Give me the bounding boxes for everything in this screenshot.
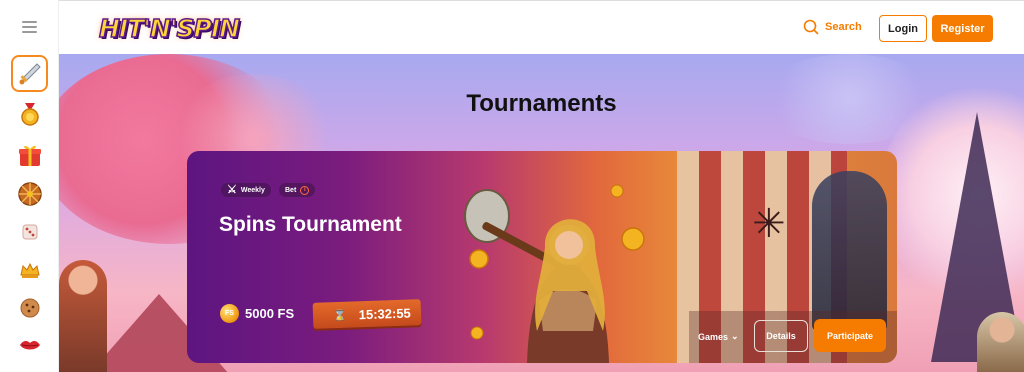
info-icon[interactable]: i — [300, 185, 310, 195]
chevron-down-icon: ⌄ — [731, 331, 739, 341]
rail-item-lips[interactable] — [11, 326, 48, 363]
games-dropdown[interactable]: Games ⌄ — [698, 331, 739, 342]
rail-item-wheel[interactable] — [11, 175, 48, 212]
card-art-warrior — [464, 184, 645, 363]
rail-item-crown[interactable] — [11, 251, 48, 288]
timer-value: 15:32:55 — [358, 304, 411, 322]
left-rail — [0, 0, 59, 372]
rail-item-dice[interactable] — [11, 213, 48, 250]
search-icon — [803, 19, 819, 35]
rail-item-medal[interactable] — [11, 95, 48, 132]
chip-bet[interactable]: Bet i — [279, 183, 316, 197]
tournament-title: Spins Tournament — [219, 213, 402, 236]
background-character-left — [59, 260, 107, 372]
menu-icon[interactable] — [22, 21, 37, 33]
details-button[interactable]: Details — [754, 320, 808, 352]
games-label: Games — [698, 331, 729, 342]
lips-icon — [19, 340, 40, 349]
swords-icon: ⚔ — [227, 183, 237, 196]
page-title: Tournaments — [466, 90, 617, 117]
card-art-rune: ✳ — [752, 201, 786, 247]
login-button[interactable]: Login — [879, 15, 927, 42]
chip-bet-label: Bet — [285, 186, 297, 194]
dice-icon — [22, 224, 37, 239]
background-character-right — [977, 312, 1024, 372]
rail-item-tournaments[interactable] — [11, 55, 48, 92]
sword-icon — [19, 62, 41, 84]
search-button[interactable]: Search — [803, 19, 862, 35]
coin-icon: FS — [220, 304, 239, 323]
chip-weekly: ⚔ Weekly — [221, 183, 271, 197]
prize-amount: FS 5000 FS — [220, 304, 294, 323]
register-button[interactable]: Register — [932, 15, 993, 42]
rail-item-gift[interactable] — [11, 136, 48, 173]
prize-label: 5000 FS — [245, 306, 295, 321]
top-header: HIT'N'SPIN Search Login Register — [59, 0, 1024, 54]
tournament-card[interactable]: ✳ ⚔ Weekly Bet i Spins Tournament FS 500… — [187, 151, 897, 363]
chip-weekly-label: Weekly — [240, 186, 265, 194]
site-logo[interactable]: HIT'N'SPIN — [98, 11, 241, 45]
gift-icon — [18, 145, 41, 166]
search-label: Search — [825, 21, 862, 33]
crown-icon — [19, 262, 40, 278]
card-art-dragon — [812, 171, 887, 331]
participate-button[interactable]: Participate — [814, 319, 886, 352]
hourglass-icon: ⌛ — [332, 309, 347, 322]
countdown-timer: ⌛ 15:32:55 — [312, 299, 422, 329]
wheel-icon — [17, 181, 42, 206]
rail-item-cookie[interactable] — [11, 289, 48, 326]
medal-icon — [20, 102, 39, 126]
logo-text: HIT'N'SPIN — [98, 13, 241, 44]
cookie-icon — [20, 298, 39, 317]
hero-banner: Tournaments ✳ ⚔ Weekly Bet i Spins Tourn… — [59, 54, 1024, 372]
